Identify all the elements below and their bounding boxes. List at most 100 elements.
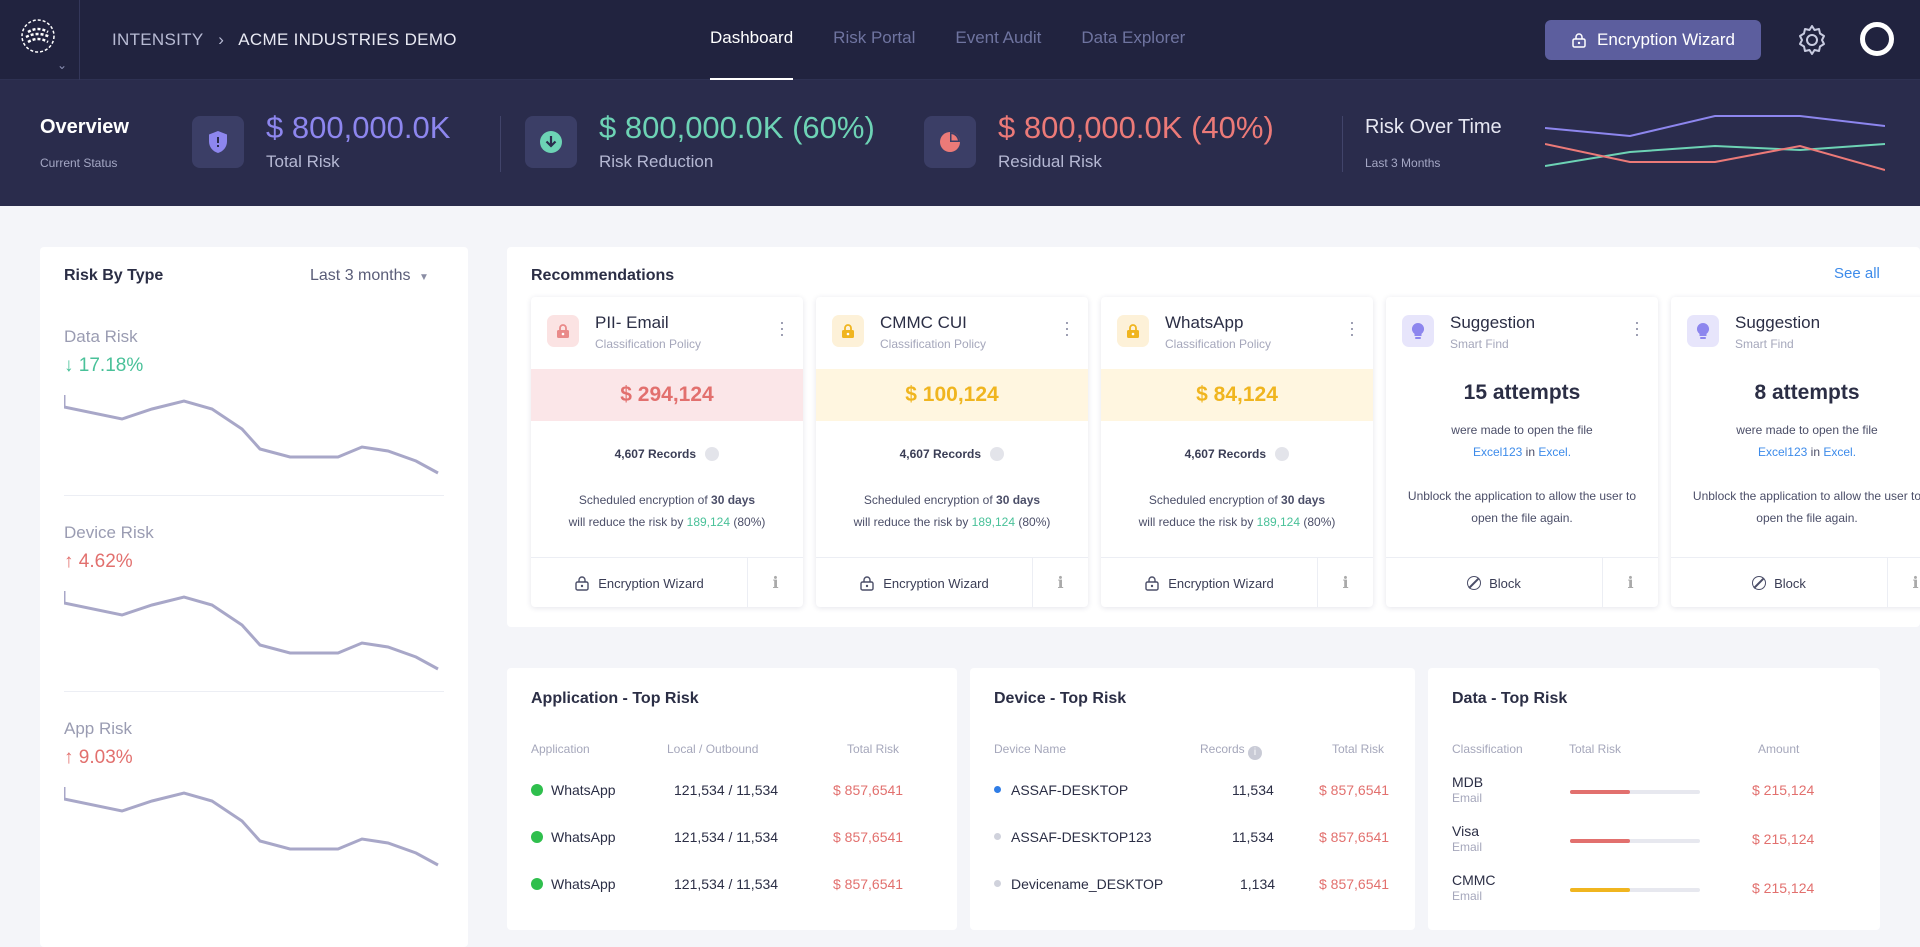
- table-row[interactable]: WhatsApp 121,534 / 11,534 $ 857,6541: [507, 864, 957, 904]
- info-icon[interactable]: ℹ: [1887, 558, 1920, 607]
- total-risk: $ 857,6541: [833, 829, 904, 845]
- more-vertical-icon[interactable]: · · ·: [1064, 313, 1070, 343]
- chevron-right-icon: ›: [218, 30, 225, 49]
- classification-type: Email: [1452, 840, 1483, 854]
- see-all-link[interactable]: See all: [1834, 265, 1880, 282]
- card-line: were made to open the file: [1451, 423, 1593, 437]
- logo-menu[interactable]: ⌄: [0, 0, 80, 80]
- col-header: Local / Outbound: [667, 742, 759, 756]
- total-risk: $ 857,6541: [1319, 782, 1390, 798]
- more-vertical-icon[interactable]: · · ·: [779, 313, 785, 343]
- logo-icon: [21, 19, 55, 53]
- desc-text: Scheduled encryption of: [578, 493, 712, 507]
- card-title: Suggestion: [1450, 313, 1536, 332]
- main-nav: Dashboard Risk Portal Event Audit Data E…: [710, 0, 1225, 80]
- table-row[interactable]: MDB Email $ 215,124: [1428, 770, 1880, 810]
- info-icon[interactable]: i: [1248, 746, 1263, 760]
- desc-bold: 30 days: [1281, 493, 1326, 507]
- table-row[interactable]: ASSAF-DESKTOP 11,534 $ 857,6541: [970, 770, 1415, 810]
- desc-text: will reduce the risk by: [1138, 515, 1257, 529]
- more-vertical-icon[interactable]: · · ·: [1349, 313, 1355, 343]
- lightbulb-icon: [1687, 315, 1719, 347]
- card-records-row: 4,607 Records: [816, 447, 1088, 461]
- more-vertical-icon[interactable]: · · ·: [1634, 313, 1640, 343]
- device-name-cell: ASSAF-DESKTOP123: [994, 829, 1152, 845]
- lock-icon: [1145, 576, 1159, 591]
- table-row[interactable]: Devicename_DESKTOP 1,134 $ 857,6541: [970, 864, 1415, 904]
- data-table-title: Data - Top Risk: [1452, 690, 1568, 707]
- user-avatar[interactable]: [1860, 22, 1894, 56]
- block-button[interactable]: Block: [1386, 558, 1602, 607]
- device-name: Devicename_DESKTOP: [1011, 876, 1164, 892]
- card-unblock-text: Unblock the application to allow the use…: [1692, 489, 1920, 525]
- breadcrumb-root[interactable]: INTENSITY: [112, 30, 203, 49]
- device-name-cell: Devicename_DESKTOP: [994, 876, 1163, 892]
- encryption-wizard-button[interactable]: Encryption Wizard: [1545, 20, 1761, 60]
- card-description: Scheduled encryption of 30 days will redu…: [836, 489, 1068, 533]
- device-risk-change: 4.62%: [78, 551, 133, 572]
- recommendation-card: WhatsApp Classification Policy · · · $ 84,…: [1101, 297, 1373, 607]
- desc-pct: (80%): [1015, 515, 1051, 529]
- card-line: were made to open the file: [1736, 423, 1878, 437]
- table-row[interactable]: WhatsApp 121,534 / 11,534 $ 857,6541: [507, 770, 957, 810]
- app-link[interactable]: Excel.: [1538, 445, 1571, 459]
- file-link[interactable]: Excel123: [1758, 445, 1807, 459]
- card-footer: Encryption Wizard ℹ: [816, 557, 1088, 607]
- breadcrumb: INTENSITY › ACME INDUSTRIES DEMO: [112, 30, 457, 50]
- risk-reduction-label: Risk Reduction: [599, 152, 714, 171]
- encryption-wizard-card-button[interactable]: Encryption Wizard: [816, 558, 1032, 607]
- tab-event-audit[interactable]: Event Audit: [955, 0, 1041, 80]
- table-row[interactable]: CMMC Email $ 215,124: [1428, 868, 1880, 908]
- pie-icon: [990, 447, 1005, 461]
- period-dropdown-label: Last 3 months: [310, 267, 411, 284]
- block-button[interactable]: Block: [1671, 558, 1887, 607]
- tab-dashboard[interactable]: Dashboard: [710, 0, 794, 80]
- table-row[interactable]: ASSAF-DESKTOP123 11,534 $ 857,6541: [970, 817, 1415, 857]
- overview-subtitle: Current Status: [40, 156, 118, 170]
- col-header: Amount: [1758, 742, 1800, 756]
- tab-risk-portal[interactable]: Risk Portal: [833, 0, 915, 80]
- app-risk-name: App Risk: [64, 719, 133, 738]
- card-footer: Encryption Wizard ℹ: [531, 557, 803, 607]
- card-description: Scheduled encryption of 30 days will redu…: [551, 489, 783, 533]
- info-icon[interactable]: ℹ: [1602, 558, 1658, 607]
- data-top-risk-panel: Data - Top Risk Classification Total Ris…: [1428, 668, 1880, 930]
- app-link[interactable]: Excel.: [1823, 445, 1856, 459]
- classification-cell: Visa Email: [1452, 823, 1482, 854]
- total-risk-label: Total Risk: [266, 152, 340, 171]
- whatsapp-icon: [531, 878, 543, 890]
- risk-reduction-value: $ 800,000.0K: [599, 110, 784, 145]
- top-bar: ⌄ INTENSITY › ACME INDUSTRIES DEMO Dashb…: [0, 0, 1920, 80]
- desc-bold: 30 days: [996, 493, 1041, 507]
- risk-bar: [1570, 790, 1700, 794]
- device-risk-change-row: ↑ 4.62%: [64, 551, 444, 573]
- whatsapp-icon: [531, 831, 543, 843]
- card-records: 4,607 Records: [899, 447, 982, 461]
- divider: [1342, 116, 1343, 172]
- card-title: Suggestion: [1735, 313, 1821, 332]
- device-risk-sparkline: [64, 591, 439, 671]
- desc-text: will reduce the risk by: [568, 515, 687, 529]
- residual-risk-value: $ 800,000.0K: [998, 110, 1183, 145]
- data-risk-section: Data Risk ↓ 17.18%: [64, 327, 444, 475]
- arrow-down-icon: ↓: [64, 355, 74, 376]
- info-icon[interactable]: ℹ: [747, 558, 803, 607]
- breadcrumb-current[interactable]: ACME INDUSTRIES DEMO: [238, 30, 457, 49]
- classification-name: Visa: [1452, 823, 1479, 839]
- classification-name: MDB: [1452, 774, 1484, 790]
- encryption-wizard-card-button[interactable]: Encryption Wizard: [1101, 558, 1317, 607]
- gear-icon[interactable]: [1794, 22, 1830, 58]
- table-row[interactable]: WhatsApp 121,534 / 11,534 $ 857,6541: [507, 817, 957, 857]
- period-dropdown[interactable]: Last 3 months ▼: [310, 267, 429, 285]
- info-icon[interactable]: ℹ: [1317, 558, 1373, 607]
- block-icon: [1752, 576, 1767, 590]
- info-icon[interactable]: ℹ: [1032, 558, 1088, 607]
- encryption-wizard-card-button[interactable]: Encryption Wizard: [531, 558, 747, 607]
- col-header: Device Name: [994, 742, 1067, 756]
- whatsapp-icon: [531, 784, 543, 796]
- tab-data-explorer[interactable]: Data Explorer: [1081, 0, 1185, 80]
- file-link[interactable]: Excel123: [1473, 445, 1522, 459]
- risk-over-time-sparkline: [1545, 115, 1885, 171]
- table-row[interactable]: Visa Email $ 215,124: [1428, 819, 1880, 859]
- card-subtitle: Classification Policy: [1165, 337, 1272, 351]
